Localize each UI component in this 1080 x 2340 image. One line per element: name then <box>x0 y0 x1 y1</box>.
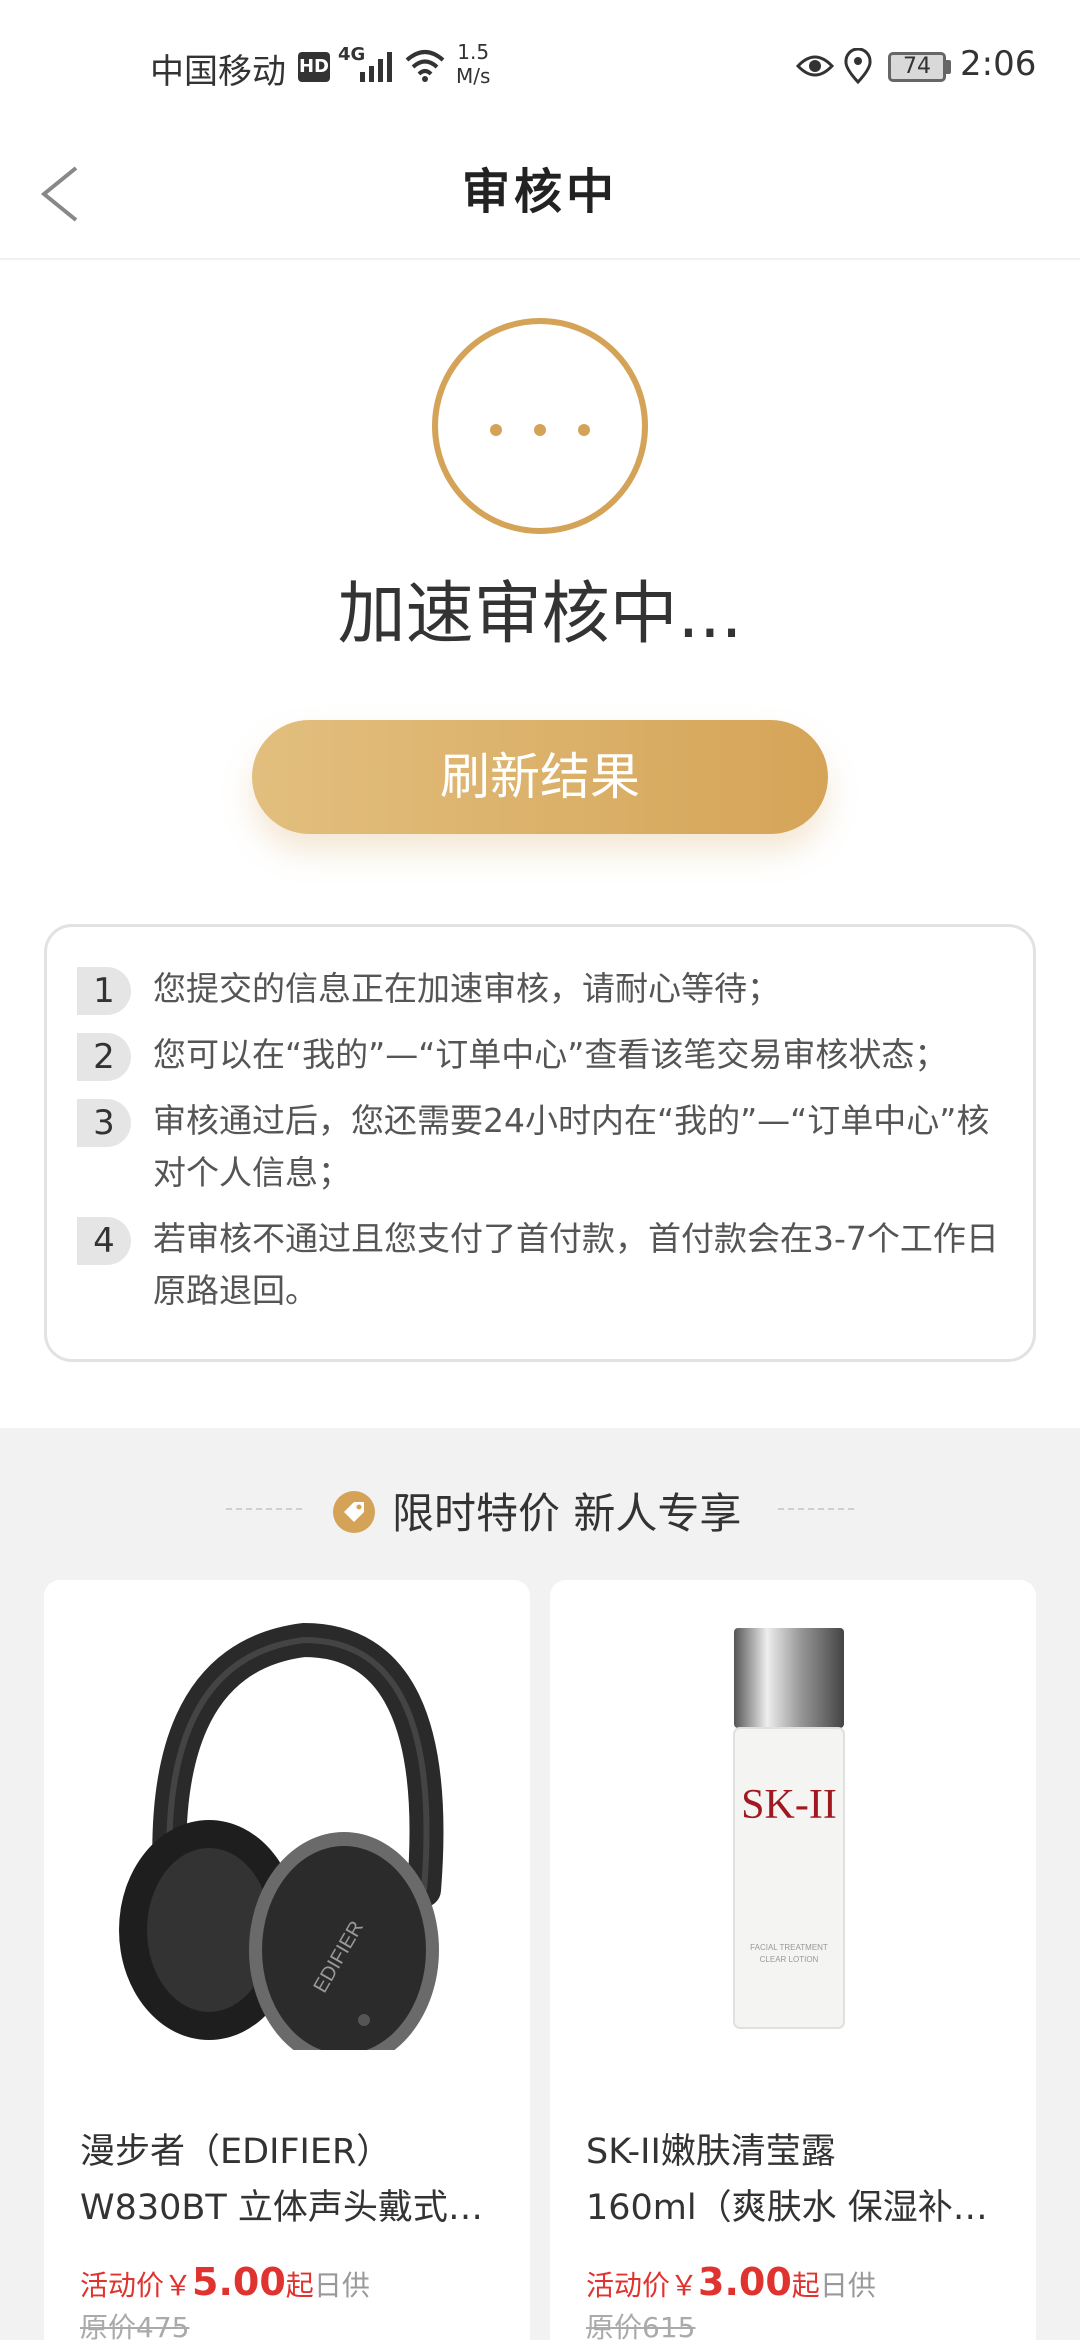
notice-text: 若审核不通过且您支付了首付款，首付款会在3-7个工作日原路退回。 <box>153 1219 999 1310</box>
wifi-icon <box>405 50 445 82</box>
hd-badge: HD <box>298 52 330 82</box>
refresh-result-button[interactable]: 刷新结果 <box>252 720 828 834</box>
product-name: SK-II嫩肤清莹露 160ml（爽肤水 保湿补水） <box>586 2124 1016 2236</box>
divider <box>226 1508 302 1510</box>
battery-cap <box>946 60 951 74</box>
bottle-label: FACIAL TREATMENT <box>750 1943 828 1952</box>
carrier-name: 中国移动 <box>150 52 286 92</box>
signal-icon <box>360 52 392 82</box>
network-speed: 1.5 M/s <box>456 40 490 88</box>
price-label: 活动价 <box>586 2269 671 2302</box>
notice-text: 您提交的信息正在加速审核，请耐心等待； <box>153 969 780 1008</box>
price-suffix: 起 <box>285 2269 314 2302</box>
pending-dot <box>490 424 502 436</box>
headphones-image: EDIFIER <box>119 1622 444 2050</box>
location-icon <box>844 48 872 84</box>
price-value: 3.00 <box>698 2260 792 2304</box>
bottle-label: CLEAR LOTION <box>760 1955 819 1964</box>
currency-symbol: ￥ <box>164 2269 193 2302</box>
brand-logo: SK-II <box>741 1782 837 1828</box>
clock: 2:06 <box>960 44 1037 84</box>
battery-indicator: 74 <box>888 52 946 82</box>
page-title: 审核中 <box>461 164 618 220</box>
notice-text: 您可以在“我的”—“订单中心”查看该笔交易审核状态； <box>153 1035 948 1074</box>
promo-title: 限时特价 新人专享 <box>392 1489 742 1538</box>
notice-number: 1 <box>77 967 131 1015</box>
price-unit: 日供 <box>819 2269 876 2302</box>
product-name-line: W830BT 立体声头戴式耳机 <box>80 2188 510 2228</box>
notice-number: 4 <box>77 1217 131 1265</box>
product-card[interactable]: SK-II FACIAL TREATMENT CLEAR LOTION SK-I… <box>550 1580 1036 2340</box>
product-name-line: 漫步者（EDIFIER） <box>80 2132 392 2172</box>
product-card[interactable]: EDIFIER 漫步者（EDIFIER） W830BT 立体声头戴式耳机 活动价… <box>44 1580 530 2340</box>
speed-unit: M/s <box>456 64 491 88</box>
pending-dot <box>578 424 590 436</box>
notice-box: 1 您提交的信息正在加速审核，请耐心等待； 2 您可以在“我的”—“订单中心”查… <box>44 924 1036 1362</box>
notice-number: 3 <box>77 1099 131 1147</box>
price-label: 活动价 <box>80 2269 165 2302</box>
notice-text: 审核通过后，您还需要24小时内在“我的”—“订单中心”核对个人信息； <box>153 1101 990 1192</box>
nav-bar: 审核中 <box>0 130 1080 260</box>
product-name-line: 160ml（爽肤水 保湿补水） <box>586 2188 1016 2228</box>
eye-icon <box>796 55 834 77</box>
price-unit: 日供 <box>313 2269 370 2302</box>
status-bar: 中国移动 HD 4G 1.5 M/s 74 2:06 <box>0 0 1080 130</box>
review-status-text: 加速审核中... <box>337 575 743 654</box>
speed-value: 1.5 <box>457 40 490 64</box>
price-tag-icon <box>333 1491 375 1533</box>
original-price: 原价475 <box>80 2311 190 2340</box>
price-row: 活动价￥5.00起日供 <box>80 2260 370 2304</box>
product-name-line: SK-II嫩肤清莹露 <box>586 2132 836 2172</box>
price-suffix: 起 <box>791 2269 820 2302</box>
price-value: 5.00 <box>192 2260 286 2304</box>
pending-status-icon <box>432 318 648 534</box>
price-row: 活动价￥3.00起日供 <box>586 2260 876 2304</box>
currency-symbol: ￥ <box>670 2269 699 2302</box>
original-price: 原价615 <box>586 2311 696 2340</box>
pending-dot <box>534 424 546 436</box>
skincare-bottle-image: SK-II FACIAL TREATMENT CLEAR LOTION <box>733 1628 845 2029</box>
divider <box>778 1508 854 1510</box>
notice-number: 2 <box>77 1033 131 1081</box>
product-name: 漫步者（EDIFIER） W830BT 立体声头戴式耳机 <box>80 2124 510 2236</box>
